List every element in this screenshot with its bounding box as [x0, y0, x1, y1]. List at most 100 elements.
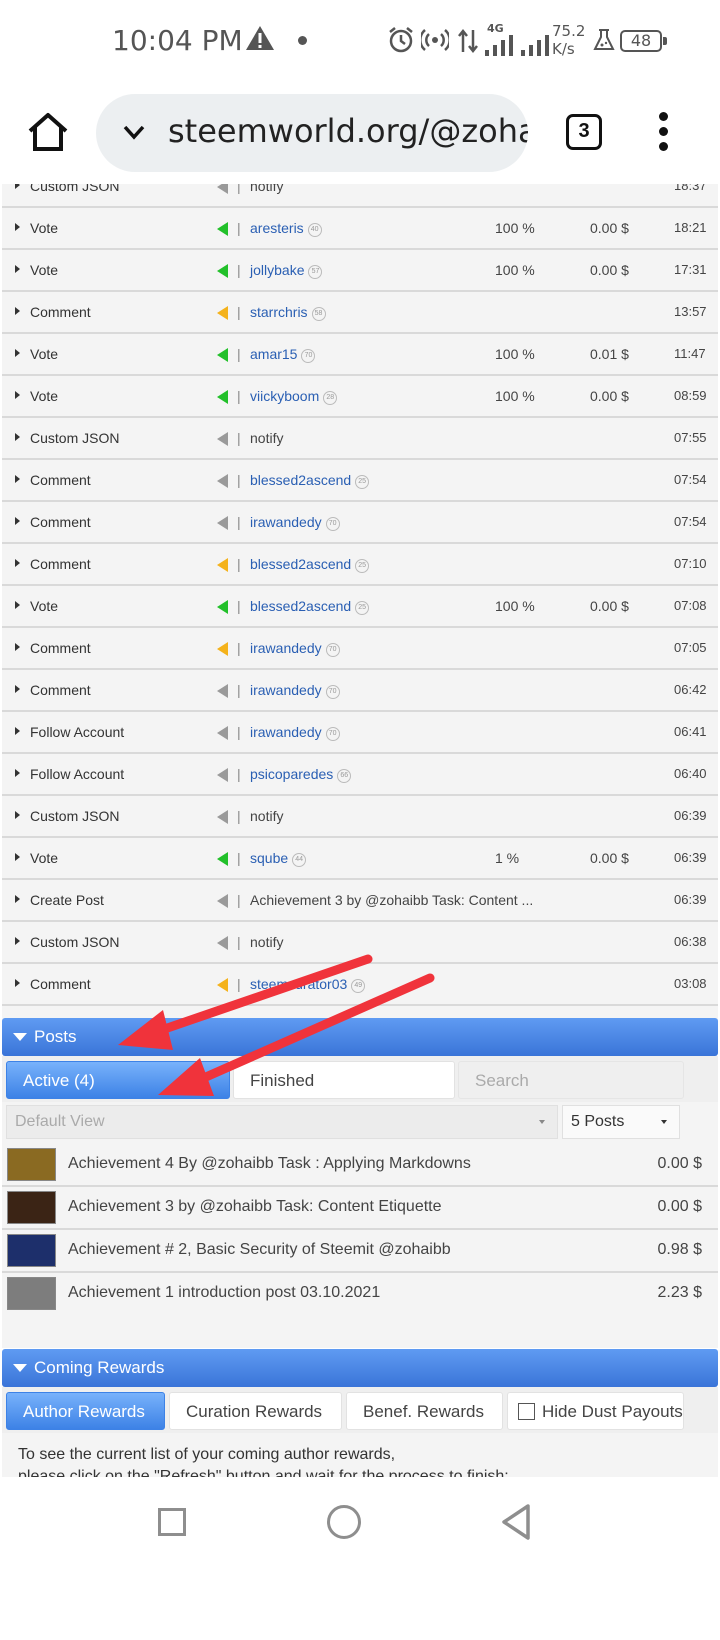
chevron-down-icon[interactable] [120, 118, 148, 146]
operation-target-link[interactable]: psicoparedes 66 [250, 766, 352, 783]
expand-caret-icon[interactable] [15, 811, 20, 819]
url-text[interactable]: steemworld.org/@zohai [168, 112, 528, 150]
view-select[interactable]: Default View [6, 1105, 558, 1139]
posts-search-input[interactable]: Search [458, 1061, 684, 1099]
operation-row[interactable]: Vote | jollybake 57 100 % 0.00 $ 17:31 [2, 250, 718, 292]
operation-row[interactable]: Custom JSON | notify 07:55 [2, 418, 718, 460]
home-icon[interactable] [26, 110, 70, 154]
expand-caret-icon[interactable] [15, 685, 20, 693]
operation-row[interactable]: Vote | aresteris 40 100 % 0.00 $ 18:21 [2, 208, 718, 250]
operation-target-link[interactable]: starrchris 58 [250, 304, 326, 321]
operation-flag-icon [217, 516, 228, 530]
tab-switcher-button[interactable]: 3 [566, 114, 602, 150]
operation-row[interactable]: Custom JSON | notify 06:38 [2, 922, 718, 964]
operation-row[interactable]: Vote | blessed2ascend 25 100 % 0.00 $ 07:08 [2, 586, 718, 628]
operation-target-link[interactable]: irawandedy 70 [250, 682, 340, 699]
expand-caret-icon[interactable] [15, 937, 20, 945]
post-row[interactable]: Achievement 1 introduction post 03.10.20… [2, 1273, 718, 1316]
hide-dust-checkbox[interactable] [518, 1403, 535, 1420]
expand-caret-icon[interactable] [15, 433, 20, 441]
operation-target-link[interactable]: irawandedy 70 [250, 514, 340, 531]
overflow-menu-icon[interactable] [650, 110, 678, 154]
operation-row[interactable]: Comment | steemcurator03 49 03:08 [2, 964, 718, 1006]
operation-row[interactable]: Custom JSON | notify 06:39 [2, 796, 718, 838]
address-bar[interactable]: steemworld.org/@zohai [96, 94, 528, 172]
operation-target-link[interactable]: blessed2ascend 25 [250, 472, 370, 489]
operation-target-link[interactable]: aresteris 40 [250, 220, 322, 237]
tab-active-posts[interactable]: Active (4) [6, 1061, 230, 1099]
post-thumbnail[interactable] [7, 1234, 56, 1267]
operation-flag-icon [217, 978, 228, 992]
operation-time: 06:40 [674, 766, 707, 781]
expand-caret-icon[interactable] [15, 559, 20, 567]
operation-row[interactable]: Follow Account | psicoparedes 66 06:40 [2, 754, 718, 796]
expand-caret-icon[interactable] [15, 895, 20, 903]
operation-row[interactable]: Vote | sqube 44 1 % 0.00 $ 06:39 [2, 838, 718, 880]
expand-caret-icon[interactable] [15, 853, 20, 861]
operation-target-link[interactable]: blessed2ascend 25 [250, 556, 370, 573]
operation-type: Vote [30, 346, 59, 362]
rewards-tabbar: Author Rewards Curation Rewards Benef. R… [2, 1387, 718, 1433]
expand-caret-icon[interactable] [15, 223, 20, 231]
expand-caret-icon[interactable] [15, 517, 20, 525]
posts-section-header[interactable]: Posts [2, 1018, 718, 1056]
post-row[interactable]: Achievement # 2, Basic Security of Steem… [2, 1230, 718, 1273]
expand-caret-icon[interactable] [15, 643, 20, 651]
operation-target-link[interactable]: irawandedy 70 [250, 724, 340, 741]
operation-row[interactable]: Follow Account | irawandedy 70 06:41 [2, 712, 718, 754]
expand-caret-icon[interactable] [15, 601, 20, 609]
tab-finished-posts[interactable]: Finished [233, 1061, 455, 1099]
operation-flag-icon [217, 810, 228, 824]
post-thumbnail[interactable] [7, 1148, 56, 1181]
operation-time: 06:39 [674, 850, 707, 865]
post-title[interactable]: Achievement # 2, Basic Security of Steem… [68, 1241, 451, 1259]
page-content: Custom JSON | notify 18:37 Vote | aresteris 40 1… [0, 184, 720, 1544]
operation-row[interactable]: Create Post | Achievement 3 by @zohaibb Ta… [2, 880, 718, 922]
post-title[interactable]: Achievement 4 By @zohaibb Task : Applyin… [68, 1155, 471, 1173]
post-thumbnail[interactable] [7, 1191, 56, 1224]
operation-row[interactable]: Comment | blessed2ascend 25 07:10 [2, 544, 718, 586]
operation-time: 07:05 [674, 640, 707, 655]
post-count-select[interactable]: 5 Posts [562, 1105, 680, 1139]
back-button[interactable] [500, 1503, 532, 1541]
operation-row[interactable]: Comment | starrchris 58 13:57 [2, 292, 718, 334]
home-button[interactable] [327, 1505, 361, 1539]
operation-target-link[interactable]: amar15 70 [250, 346, 316, 363]
post-row[interactable]: Achievement 4 By @zohaibb Task : Applyin… [2, 1144, 718, 1187]
post-thumbnail[interactable] [7, 1277, 56, 1310]
operation-target-link[interactable]: jollybake 57 [250, 262, 323, 279]
operation-type: Follow Account [30, 724, 125, 740]
operation-row[interactable]: Custom JSON | notify 18:37 [2, 184, 718, 208]
post-title[interactable]: Achievement 3 by @zohaibb Task: Content … [68, 1198, 442, 1216]
expand-caret-icon[interactable] [15, 307, 20, 315]
operation-row[interactable]: Comment | irawandedy 70 07:05 [2, 628, 718, 670]
operation-row[interactable]: Vote | viickyboom 28 100 % 0.00 $ 08:59 [2, 376, 718, 418]
expand-caret-icon[interactable] [15, 727, 20, 735]
expand-caret-icon[interactable] [15, 184, 20, 189]
operation-target-link[interactable]: blessed2ascend 25 [250, 598, 370, 615]
expand-caret-icon[interactable] [15, 391, 20, 399]
operation-target-link[interactable]: steemcurator0349 [250, 976, 366, 993]
operation-target-link[interactable]: irawandedy 70 [250, 640, 340, 657]
operation-row[interactable]: Comment | blessed2ascend 25 07:54 [2, 460, 718, 502]
expand-caret-icon[interactable] [15, 769, 20, 777]
operation-row[interactable]: Comment | irawandedy 70 06:42 [2, 670, 718, 712]
expand-caret-icon[interactable] [15, 349, 20, 357]
operation-target-link[interactable]: sqube 44 [250, 850, 307, 867]
operation-target-link[interactable]: viickyboom 28 [250, 388, 338, 405]
operation-row[interactable]: Vote | amar15 70 100 % 0.01 $ 11:47 [2, 334, 718, 376]
tab-curation-rewards[interactable]: Curation Rewards [169, 1392, 342, 1430]
hide-dust-toggle[interactable]: Hide Dust Payouts [507, 1392, 684, 1430]
recents-button[interactable] [158, 1508, 186, 1536]
tab-benef-rewards[interactable]: Benef. Rewards [346, 1392, 503, 1430]
operation-row[interactable]: Comment | irawandedy 70 07:54 [2, 502, 718, 544]
expand-caret-icon[interactable] [15, 265, 20, 273]
operation-flag-icon [217, 306, 228, 320]
expand-caret-icon[interactable] [15, 979, 20, 987]
coming-rewards-header[interactable]: Coming Rewards [2, 1349, 718, 1387]
operation-flag-icon [217, 600, 228, 614]
tab-author-rewards[interactable]: Author Rewards [6, 1392, 165, 1430]
post-row[interactable]: Achievement 3 by @zohaibb Task: Content … [2, 1187, 718, 1230]
expand-caret-icon[interactable] [15, 475, 20, 483]
post-title[interactable]: Achievement 1 introduction post 03.10.20… [68, 1284, 380, 1302]
